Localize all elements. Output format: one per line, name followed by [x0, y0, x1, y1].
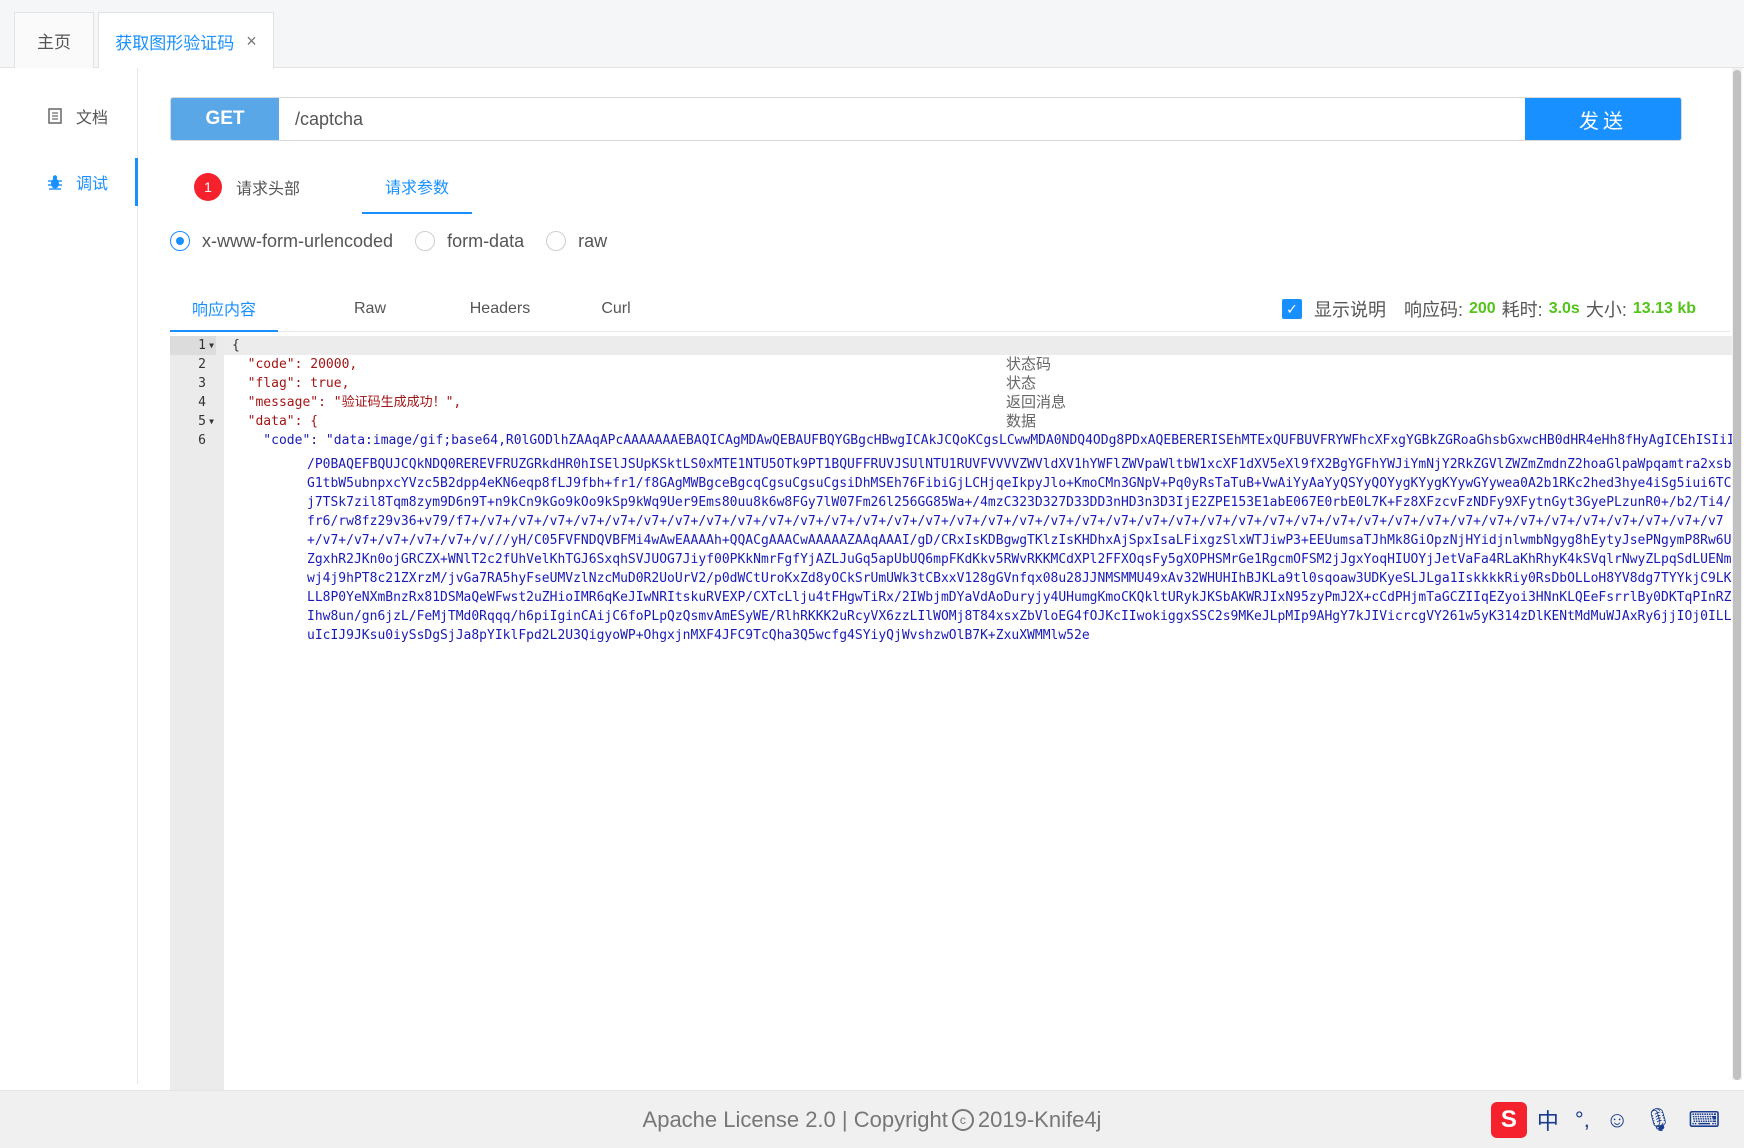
fold-icon[interactable]: ▼	[209, 336, 214, 355]
size-value: 13.13 kb	[1632, 300, 1696, 317]
ime-mic-icon[interactable]: 🎙	[1644, 1107, 1672, 1133]
tab-home[interactable]: 主页	[14, 12, 94, 68]
show-desc-label: 显示说明	[1313, 300, 1386, 320]
base64-continuation: /P0BAQEFBQUJCQkNDQ0REREVFRUZGRkdHR0hISEl…	[307, 457, 1732, 643]
field-description: 数据	[1006, 413, 1037, 430]
response-tabs: 响应内容 Raw Headers Curl ✓ 显示说明 响应码: 200 耗时…	[170, 286, 1730, 332]
request-tabs: 1 请求头部 请求参数	[170, 160, 1730, 214]
field-description: 状态	[1006, 375, 1037, 392]
method-select[interactable]: GET	[171, 98, 279, 140]
send-button[interactable]: 发送	[1525, 98, 1681, 140]
tab-response-raw[interactable]: Raw	[340, 286, 400, 332]
tab-home-label: 主页	[37, 33, 71, 52]
sidebar: 文档 调试	[0, 68, 138, 1084]
status-code: 200	[1468, 300, 1496, 317]
size-label: 大小:	[1585, 300, 1627, 320]
footer-license: Apache License 2.0 | Copyright	[642, 1106, 948, 1132]
line-number: 1 ▼	[170, 336, 216, 355]
field-description: 状态码	[1006, 356, 1052, 373]
scrollbar-thumb[interactable]	[1733, 70, 1741, 1080]
show-desc-checkbox[interactable]: ✓	[1281, 299, 1302, 319]
line-number: 6	[198, 433, 206, 448]
active-line-highlight	[224, 336, 1732, 355]
status-label: 响应码:	[1403, 300, 1463, 320]
ime-logo-icon[interactable]: S	[1490, 1102, 1527, 1138]
code-line: "flag": true,	[232, 376, 350, 391]
ime-lang[interactable]: 中	[1537, 1104, 1559, 1136]
tab-response-curl[interactable]: Curl	[586, 286, 646, 332]
sidebar-item-docs[interactable]: 文档	[0, 92, 138, 140]
sidebar-item-debug[interactable]: 调试	[0, 158, 138, 206]
field-description: 返回消息	[1006, 394, 1067, 411]
line-number: 3	[198, 376, 206, 391]
request-bar: GET /captcha 发送	[170, 97, 1682, 141]
url-input[interactable]: /captcha	[279, 98, 1525, 140]
code-line: "code": "data:image/gif;base64,R0lGODlhZ…	[263, 433, 1732, 448]
response-info: ✓ 显示说明 响应码: 200 耗时: 3.0s 大小: 13.13 kb	[1281, 286, 1702, 332]
line-number: 4	[198, 395, 206, 410]
fold-icon[interactable]: ▼	[209, 412, 214, 431]
footer: Apache License 2.0 | Copyright c 2019- Kn…	[0, 1090, 1744, 1148]
time-label: 耗时:	[1501, 300, 1543, 320]
sidebar-item-label: 调试	[76, 176, 109, 193]
line-number: 5 ▼	[198, 412, 214, 431]
time-value: 3.0s	[1548, 300, 1580, 317]
ime-keyboard-icon[interactable]: ⌨	[1688, 1107, 1720, 1133]
ime-emoji-icon[interactable]: ☺	[1606, 1107, 1628, 1133]
radio-urlencoded[interactable]: x-www-form-urlencoded	[170, 231, 393, 252]
close-icon[interactable]: ×	[246, 31, 257, 52]
code-line: "message": "验证码生成成功！",	[232, 395, 462, 410]
copyright-icon: c	[951, 1108, 974, 1131]
ime-toolbar: S 中 °, ☺ 🎙 ⌨	[1490, 1100, 1736, 1140]
code-line: "code": 20000,	[232, 357, 358, 372]
sidebar-item-label: 文档	[76, 110, 109, 127]
response-editor[interactable]: 1 ▼ 2 3 4 5 ▼ 6 { "code": 20000, "flag": t…	[170, 336, 1732, 1090]
tab-response-content[interactable]: 响应内容	[170, 286, 278, 332]
tab-response-headers[interactable]: Headers	[450, 286, 550, 332]
tab-captcha-label: 获取图形验证码	[115, 33, 235, 53]
footer-brand: Knife4j	[1034, 1106, 1102, 1132]
body-type-radios: x-www-form-urlencoded form-data raw	[170, 226, 629, 256]
tab-bar: 主页 获取图形验证码 ×	[0, 0, 1744, 69]
tab-captcha[interactable]: 获取图形验证码 ×	[98, 12, 274, 69]
count-badge: 1	[194, 173, 222, 201]
tab-label: 请求头部	[236, 181, 301, 198]
radio-raw[interactable]: raw	[546, 231, 607, 252]
radio-dot[interactable]	[546, 231, 567, 251]
editor-gutter: 1 ▼ 2 3 4 5 ▼ 6	[170, 336, 224, 1090]
bug-icon	[46, 174, 64, 190]
tab-request-headers[interactable]: 1 请求头部	[194, 160, 300, 214]
ime-punct[interactable]: °,	[1575, 1107, 1590, 1133]
radio-dot[interactable]	[415, 231, 436, 251]
code-line: {	[232, 338, 240, 353]
radio-dot[interactable]	[170, 231, 190, 251]
radio-label: raw	[578, 230, 608, 251]
tab-label: 请求参数	[384, 180, 449, 197]
radio-label: x-www-form-urlencoded	[202, 230, 394, 251]
code-line: "data": {	[232, 414, 319, 429]
radio-form-data[interactable]: form-data	[415, 231, 524, 252]
line-number: 2	[198, 357, 206, 372]
tab-request-params[interactable]: 请求参数	[362, 160, 472, 214]
radio-label: form-data	[447, 230, 525, 251]
footer-year: 2019-	[977, 1106, 1035, 1132]
document-icon	[46, 108, 64, 124]
